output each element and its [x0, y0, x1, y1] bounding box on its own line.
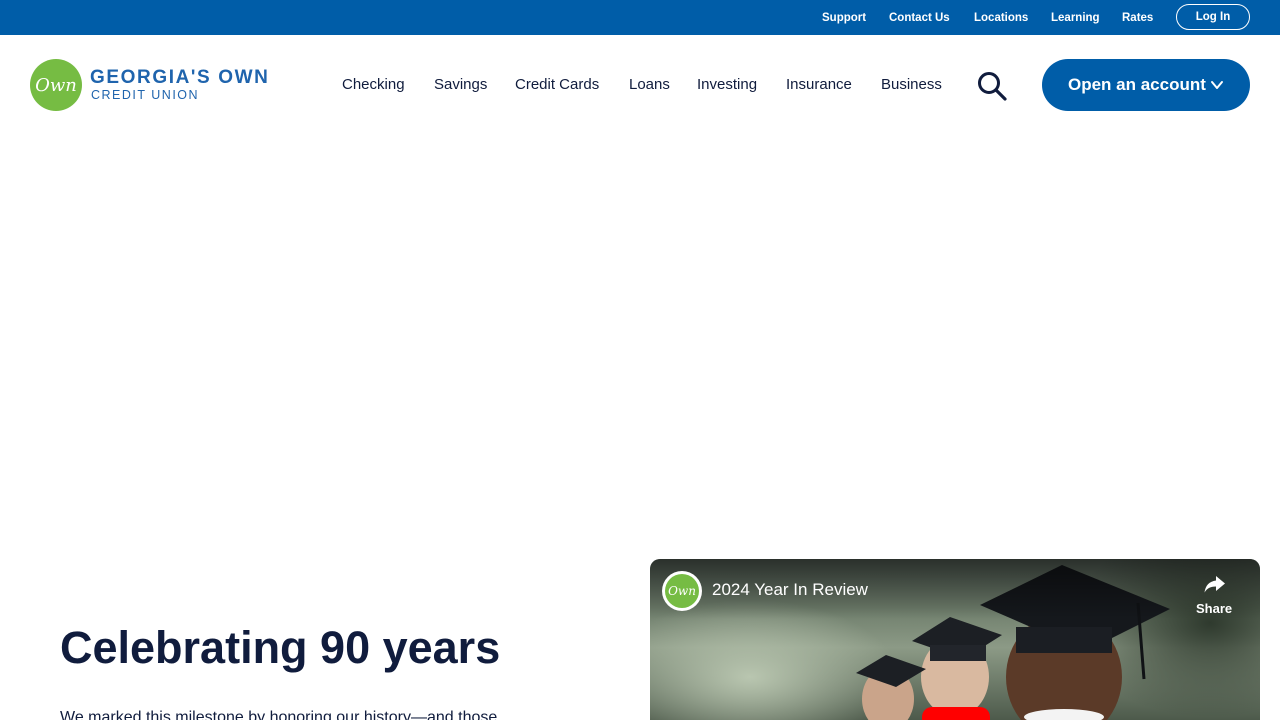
nav-link-investing[interactable]: Investing	[697, 76, 757, 93]
open-account-button[interactable]: Open an account	[1042, 59, 1250, 111]
channel-avatar[interactable]: Own	[662, 571, 702, 611]
nav-link-business[interactable]: Business	[881, 76, 942, 93]
nav-link-savings[interactable]: Savings	[434, 76, 487, 93]
chevron-down-icon	[1211, 81, 1223, 89]
share-button[interactable]: Share	[1190, 571, 1238, 623]
nav-link-checking[interactable]: Checking	[342, 76, 405, 93]
nav-link-loans[interactable]: Loans	[629, 76, 670, 93]
utility-link-locations[interactable]: Locations	[974, 12, 1028, 24]
share-icon	[1204, 576, 1225, 593]
hero-headline: Celebrating 90 years	[60, 622, 501, 673]
play-button[interactable]	[922, 707, 990, 720]
open-account-label: Open an account	[1068, 75, 1206, 94]
video-title[interactable]: 2024 Year In Review	[712, 580, 868, 600]
logo-mark: Own	[30, 59, 82, 111]
video-player[interactable]: Own 2024 Year In Review Share	[650, 559, 1260, 720]
logo-mark-text: Own	[35, 74, 77, 96]
login-button[interactable]: Log In	[1176, 4, 1250, 30]
utility-link-support[interactable]: Support	[822, 12, 866, 24]
logo-subtitle: CREDIT UNION	[91, 88, 200, 102]
utility-link-rates[interactable]: Rates	[1122, 12, 1153, 24]
hero-body: We marked this milestone by honoring our…	[60, 709, 498, 720]
channel-avatar-mark: Own	[665, 574, 699, 608]
logo-name: GEORGIA'S OWN	[90, 67, 270, 88]
nav-link-credit-cards[interactable]: Credit Cards	[515, 76, 599, 93]
utility-bar: Support Contact Us Locations Learning Ra…	[0, 0, 1280, 35]
utility-link-contact-us[interactable]: Contact Us	[889, 12, 950, 24]
share-label: Share	[1196, 601, 1233, 616]
nav-link-insurance[interactable]: Insurance	[786, 76, 852, 93]
utility-link-learning[interactable]: Learning	[1051, 12, 1100, 24]
search-icon[interactable]	[976, 70, 1008, 102]
site-logo[interactable]: Own GEORGIA'S OWN CREDIT UNION	[30, 59, 280, 111]
